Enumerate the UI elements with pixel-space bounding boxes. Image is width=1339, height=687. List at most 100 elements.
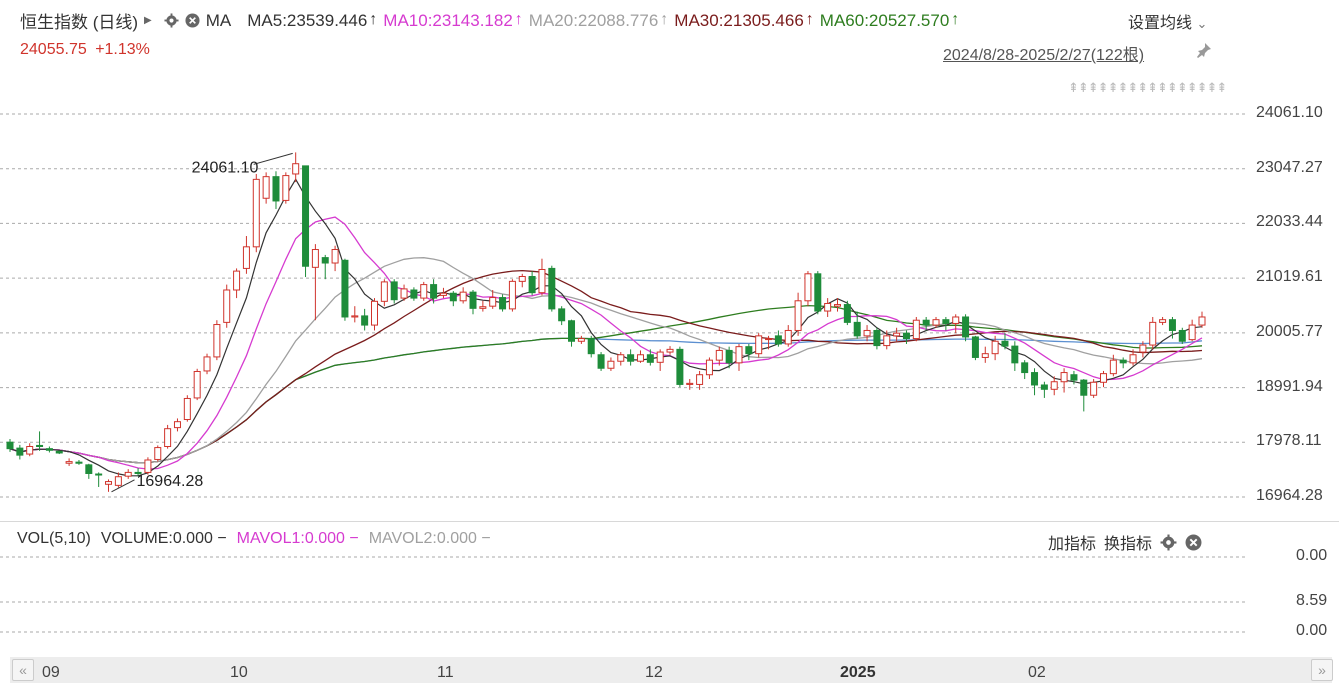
- scroll-left-button[interactable]: «: [12, 659, 34, 681]
- candle[interactable]: [1060, 368, 1068, 393]
- candle[interactable]: [183, 395, 191, 422]
- candle[interactable]: [439, 287, 447, 299]
- candle[interactable]: [311, 244, 319, 321]
- candle[interactable]: [1011, 341, 1019, 371]
- candle[interactable]: [686, 379, 694, 390]
- candle[interactable]: [262, 172, 270, 204]
- candle[interactable]: [912, 316, 920, 342]
- candle[interactable]: [568, 319, 576, 347]
- candle[interactable]: [1021, 360, 1029, 380]
- candle[interactable]: [1178, 327, 1186, 344]
- candle[interactable]: [814, 271, 822, 315]
- candle[interactable]: [971, 335, 979, 361]
- candle[interactable]: [548, 265, 556, 312]
- candle[interactable]: [242, 236, 250, 274]
- candle[interactable]: [420, 281, 428, 301]
- candle[interactable]: [341, 258, 349, 321]
- candle[interactable]: [154, 445, 162, 462]
- candle[interactable]: [666, 346, 674, 355]
- candle[interactable]: [824, 298, 832, 317]
- candle[interactable]: [380, 279, 388, 307]
- candle[interactable]: [528, 271, 536, 296]
- candle[interactable]: [745, 343, 753, 361]
- candle[interactable]: [479, 300, 487, 312]
- scroll-right-button[interactable]: »: [1311, 659, 1333, 681]
- candle[interactable]: [656, 349, 664, 371]
- candle[interactable]: [843, 300, 851, 326]
- candle[interactable]: [853, 311, 861, 339]
- candle[interactable]: [95, 472, 103, 487]
- candle[interactable]: [627, 349, 635, 366]
- candle[interactable]: [1159, 316, 1167, 326]
- candle[interactable]: [459, 287, 467, 304]
- candle[interactable]: [499, 294, 507, 312]
- candle[interactable]: [1119, 357, 1127, 369]
- candle[interactable]: [282, 172, 290, 204]
- candle[interactable]: [351, 306, 359, 323]
- candle[interactable]: [735, 343, 743, 371]
- candle[interactable]: [804, 271, 812, 307]
- candle[interactable]: [558, 306, 566, 326]
- candle[interactable]: [85, 463, 93, 479]
- candle[interactable]: [873, 327, 881, 350]
- candle[interactable]: [469, 289, 477, 315]
- candle[interactable]: [1080, 379, 1088, 412]
- candle[interactable]: [863, 325, 871, 342]
- candle[interactable]: [370, 298, 378, 331]
- candle[interactable]: [302, 165, 310, 278]
- candle[interactable]: [124, 469, 132, 479]
- candle[interactable]: [784, 325, 792, 347]
- candle[interactable]: [508, 279, 516, 312]
- candle[interactable]: [400, 284, 408, 301]
- candle[interactable]: [794, 292, 802, 336]
- candle[interactable]: [203, 353, 211, 375]
- candle[interactable]: [755, 333, 763, 358]
- candle[interactable]: [518, 273, 526, 288]
- candle[interactable]: [587, 335, 595, 358]
- candle[interactable]: [962, 314, 970, 342]
- candle[interactable]: [36, 431, 44, 451]
- candle[interactable]: [361, 308, 369, 331]
- candle[interactable]: [617, 352, 625, 366]
- candle[interactable]: [1149, 316, 1157, 350]
- candle[interactable]: [272, 171, 280, 210]
- candle[interactable]: [577, 335, 585, 344]
- candle[interactable]: [223, 284, 231, 328]
- candle[interactable]: [893, 327, 901, 342]
- candle[interactable]: [1099, 370, 1107, 388]
- candle[interactable]: [1031, 368, 1039, 396]
- candle[interactable]: [331, 245, 339, 272]
- candle[interactable]: [1090, 379, 1098, 398]
- candle[interactable]: [233, 268, 241, 299]
- candle[interactable]: [597, 352, 605, 371]
- candle[interactable]: [696, 370, 704, 390]
- candle[interactable]: [705, 357, 713, 380]
- candle[interactable]: [390, 279, 398, 304]
- candle[interactable]: [65, 458, 73, 466]
- candle[interactable]: [1188, 319, 1196, 342]
- candle[interactable]: [26, 443, 34, 457]
- candle[interactable]: [676, 346, 684, 388]
- candle[interactable]: [16, 444, 24, 460]
- candle[interactable]: [942, 316, 950, 331]
- candle[interactable]: [607, 357, 615, 371]
- candle[interactable]: [952, 314, 960, 334]
- candle[interactable]: [932, 316, 940, 328]
- candle[interactable]: [213, 320, 221, 361]
- candle[interactable]: [1198, 311, 1206, 328]
- candle[interactable]: [193, 368, 201, 401]
- candle[interactable]: [636, 350, 644, 363]
- candle[interactable]: [75, 459, 83, 465]
- candle[interactable]: [55, 450, 63, 455]
- candle[interactable]: [105, 479, 113, 492]
- candle[interactable]: [410, 287, 418, 301]
- candle[interactable]: [1040, 381, 1048, 398]
- candle[interactable]: [449, 291, 457, 307]
- candle[interactable]: [252, 173, 260, 253]
- candle[interactable]: [292, 152, 300, 183]
- candle[interactable]: [164, 424, 172, 449]
- candlestick-chart[interactable]: 24061.10 16964.28: [0, 0, 1339, 520]
- candle[interactable]: [538, 258, 546, 296]
- candle[interactable]: [173, 418, 181, 432]
- candle[interactable]: [45, 446, 53, 453]
